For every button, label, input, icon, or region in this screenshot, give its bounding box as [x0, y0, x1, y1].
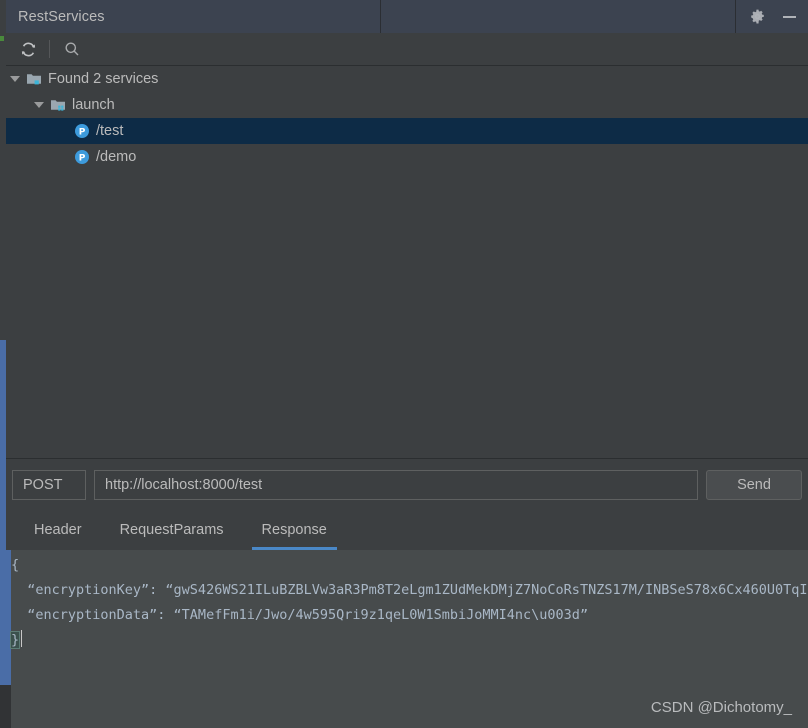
title-bar-actions — [735, 0, 808, 33]
watermark: CSDN @Dichotomy_ — [650, 699, 792, 716]
status-dot — [0, 36, 4, 41]
tree-row-label: Found 2 services — [48, 71, 159, 87]
folder-icon — [24, 72, 44, 86]
tree-row[interactable]: Found 2 services — [6, 66, 808, 92]
request-tabs: Header RequestParams Response — [6, 511, 808, 550]
svg-text:P: P — [79, 154, 86, 164]
response-line-open: { — [11, 557, 20, 573]
post-endpoint-icon: P — [72, 149, 92, 165]
tree-row[interactable]: P /test — [6, 118, 808, 144]
title-bar-spacer — [381, 0, 735, 33]
tree-row-label: /test — [96, 123, 124, 139]
tree-row-label: /demo — [96, 149, 137, 165]
chevron-down-icon[interactable] — [30, 102, 48, 108]
module-folder-icon — [48, 98, 68, 112]
response-code[interactable]: { “encryptionKey”: “gwS426WS21ILuBZBLVw3… — [9, 550, 808, 653]
chevron-down-icon[interactable] — [6, 76, 24, 82]
post-endpoint-icon: P — [72, 123, 92, 139]
minimize-icon[interactable] — [780, 8, 798, 26]
tree-row[interactable]: launch — [6, 92, 808, 118]
tab-response[interactable]: Response — [251, 512, 337, 550]
tool-window-tab-restservices[interactable]: RestServices — [6, 0, 381, 33]
toolbar-separator — [49, 40, 50, 58]
text-caret — [21, 630, 23, 647]
tab-request-params[interactable]: RequestParams — [110, 512, 234, 550]
http-method-select[interactable]: POST — [12, 470, 86, 500]
svg-text:P: P — [79, 128, 86, 138]
request-bar: POST http://localhost:8000/test Send — [6, 459, 808, 511]
editor-left-accent-lower — [6, 685, 11, 728]
url-input[interactable]: http://localhost:8000/test — [94, 470, 698, 500]
minimize-dash — [782, 15, 796, 18]
tool-window-toolbar — [6, 33, 808, 66]
response-line-encryption-key: “encryptionKey”: “gwS426WS21ILuBZBLVw3aR… — [11, 582, 808, 598]
gear-icon[interactable] — [748, 8, 766, 26]
rest-services-window: RestServices Found 2 services launch P /… — [0, 0, 808, 728]
tree-row[interactable]: P /demo — [6, 144, 808, 170]
refresh-icon[interactable] — [20, 41, 37, 58]
tool-window-title: RestServices — [18, 8, 105, 25]
services-tree[interactable]: Found 2 services launch P /test P /demo — [6, 66, 808, 459]
response-line-encryption-data: “encryptionData”: “TAMefFm1i/Jwo/4w595Qr… — [11, 607, 589, 623]
tree-row-label: launch — [72, 97, 115, 113]
search-icon[interactable] — [64, 41, 80, 57]
response-line-close: } — [9, 631, 21, 649]
title-bar: RestServices — [6, 0, 808, 33]
send-button[interactable]: Send — [706, 470, 802, 500]
tab-header[interactable]: Header — [24, 512, 92, 550]
